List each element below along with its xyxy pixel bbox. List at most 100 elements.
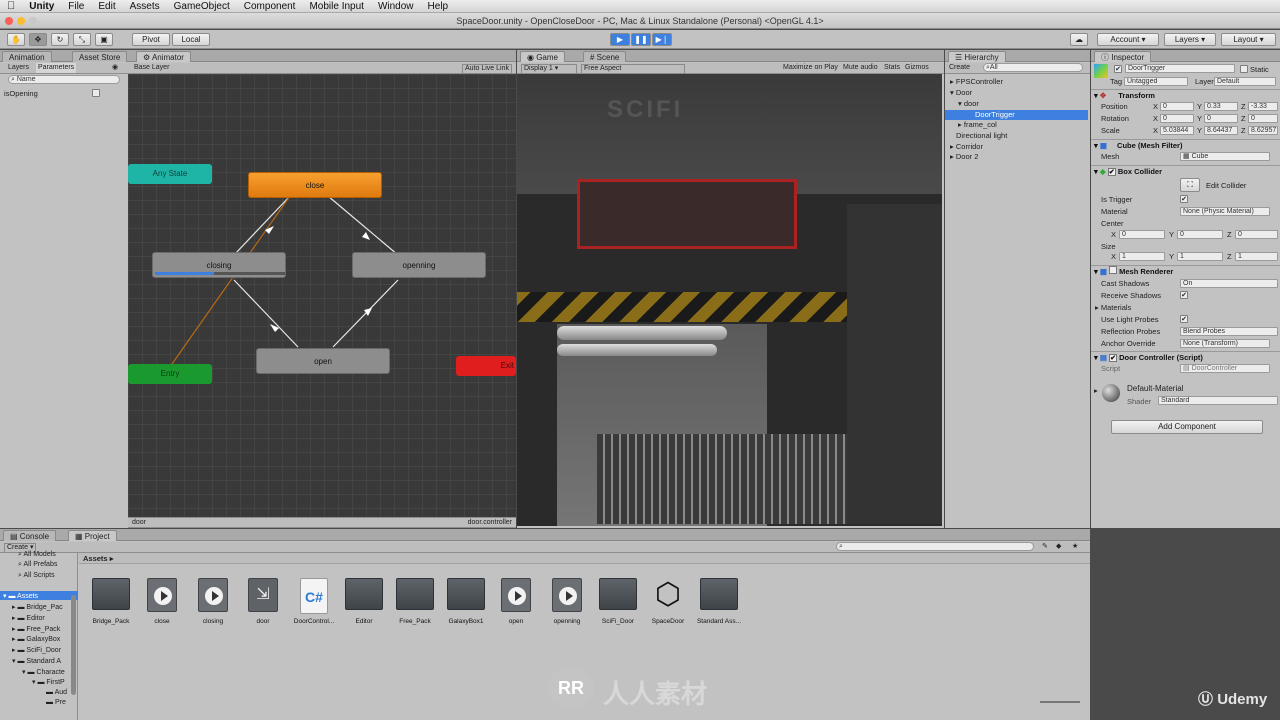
- tab-animator[interactable]: ⚙ Animator: [136, 51, 191, 62]
- tree-standard-assets[interactable]: ▾ ▬ Standard A: [12, 657, 61, 665]
- tree-editor[interactable]: ▸ ▬ Editor: [12, 614, 45, 622]
- hierarchy-item-doortrigger[interactable]: DoorTrigger: [975, 110, 1015, 119]
- asset-scifi-door[interactable]: SciFi_Door: [592, 578, 644, 625]
- entry-state-node[interactable]: Entry: [128, 364, 212, 384]
- close-state-node[interactable]: close: [248, 172, 382, 198]
- gameobject-name-field[interactable]: DoorTrigger: [1125, 64, 1235, 73]
- minimize-window-icon[interactable]: [17, 17, 25, 25]
- tab-project[interactable]: ▦ Project: [68, 530, 117, 541]
- rotation-y-field[interactable]: 0: [1204, 114, 1238, 123]
- rotation-x-field[interactable]: 0: [1160, 114, 1194, 123]
- tab-parameters[interactable]: Parameters: [36, 63, 77, 73]
- assets-breadcrumb[interactable]: Assets ▸: [83, 553, 113, 564]
- box-collider-enabled-checkbox[interactable]: ✔: [1107, 168, 1116, 176]
- layers-dropdown[interactable]: Layers ▾: [1164, 33, 1216, 46]
- tab-console[interactable]: ▤ Console: [3, 530, 57, 541]
- center-x-field[interactable]: 0: [1119, 230, 1165, 239]
- tab-scene[interactable]: # Scene: [583, 51, 627, 62]
- hierarchy-item-door[interactable]: ▾ Door: [950, 88, 972, 97]
- size-z-field[interactable]: 1: [1235, 252, 1278, 261]
- game-render-viewport[interactable]: SCIFI: [517, 74, 942, 526]
- door-controller-header[interactable]: ▾ ▤ ✔ Door Controller (Script): [1091, 351, 1280, 363]
- display-dropdown[interactable]: Display 1 ▾: [521, 64, 577, 74]
- any-state-node[interactable]: Any State: [128, 164, 212, 184]
- layer-dropdown[interactable]: Default: [1214, 77, 1276, 86]
- tab-inspector[interactable]: ⓘ Inspector: [1094, 51, 1152, 62]
- project-search-input[interactable]: ⌕: [836, 542, 1034, 551]
- box-collider-header[interactable]: ▾ ◆ ✔ Box Collider: [1091, 165, 1280, 177]
- asset-openning[interactable]: openning: [541, 578, 593, 625]
- account-dropdown[interactable]: Account ▾: [1097, 33, 1159, 46]
- cloud-icon[interactable]: ☁: [1070, 33, 1088, 46]
- rotate-tool-icon[interactable]: ↻: [51, 33, 69, 46]
- door-controller-enabled-checkbox[interactable]: ✔: [1109, 354, 1118, 362]
- asset-standard-assets[interactable]: Standard Ass...: [693, 578, 745, 625]
- hierarchy-item-fpscontroller[interactable]: ▸ FPSController: [950, 77, 1003, 86]
- move-tool-icon[interactable]: ✥: [29, 33, 47, 46]
- scale-z-field[interactable]: 8.62957: [1248, 126, 1278, 135]
- tag-dropdown[interactable]: Untagged: [1124, 77, 1188, 86]
- mesh-field[interactable]: ▦ Cube: [1180, 152, 1270, 161]
- mesh-filter-header[interactable]: ▾ ▦ Cube (Mesh Filter): [1091, 139, 1280, 151]
- edit-collider-icon[interactable]: ⛶: [1180, 178, 1200, 192]
- hierarchy-search-input[interactable]: ⌕All: [983, 63, 1083, 72]
- star-icon[interactable]: ★: [1072, 542, 1078, 552]
- mute-audio-toggle[interactable]: Mute audio: [843, 63, 878, 73]
- favorite-all-prefabs[interactable]: ⌕ All Prefabs: [18, 561, 57, 569]
- tree-characters[interactable]: ▾ ▬ Characte: [22, 668, 65, 676]
- tree-scifi-door[interactable]: ▸ ▬ SciFi_Door: [12, 646, 61, 654]
- menu-assets[interactable]: Assets: [123, 1, 167, 12]
- eye-icon[interactable]: ◉: [112, 63, 118, 73]
- materials-foldout[interactable]: ▸ Materials: [1095, 303, 1131, 312]
- position-y-field[interactable]: 0.33: [1204, 102, 1238, 111]
- size-y-field[interactable]: 1: [1177, 252, 1223, 261]
- stats-toggle[interactable]: Stats: [884, 63, 900, 73]
- transform-header[interactable]: ▾ ✥ Transform: [1091, 89, 1280, 101]
- rect-tool-icon[interactable]: ▣: [95, 33, 113, 46]
- tree-galaxybox[interactable]: ▸ ▬ GalaxyBox: [12, 635, 60, 643]
- menu-window[interactable]: Window: [371, 1, 421, 12]
- tree-firstperson[interactable]: ▾ ▬ FirstP: [32, 678, 65, 686]
- asset-galaxybox1[interactable]: GalaxyBox1: [440, 578, 492, 625]
- tree-assets[interactable]: ▾ ▬ Assets: [3, 592, 38, 600]
- apple-icon[interactable]: : [0, 0, 22, 12]
- layout-dropdown[interactable]: Layout ▾: [1221, 33, 1276, 46]
- position-x-field[interactable]: 0: [1160, 102, 1194, 111]
- menu-file[interactable]: File: [61, 1, 91, 12]
- hierarchy-create-dropdown[interactable]: Create: [949, 63, 970, 73]
- aspect-dropdown[interactable]: Free Aspect: [581, 64, 685, 74]
- asset-close[interactable]: close: [136, 578, 188, 625]
- tab-layers[interactable]: Layers: [8, 63, 29, 73]
- gameobject-active-checkbox[interactable]: ✔: [1114, 65, 1122, 73]
- auto-live-link-button[interactable]: Auto Live Link: [462, 64, 512, 74]
- physic-material-field[interactable]: None (Physic Material): [1180, 207, 1270, 216]
- rotation-z-field[interactable]: 0: [1248, 114, 1278, 123]
- mesh-renderer-header[interactable]: ▾ ▦ Mesh Renderer: [1091, 265, 1280, 277]
- base-layer-breadcrumb[interactable]: Base Layer: [134, 63, 169, 73]
- zoom-slider[interactable]: [1040, 701, 1080, 703]
- tab-animation[interactable]: Animation: [2, 51, 52, 62]
- state-machine-graph[interactable]: Any State close closing openning open En…: [128, 74, 516, 517]
- isopening-checkbox[interactable]: [92, 89, 100, 97]
- material-foldout-icon[interactable]: ▸: [1094, 386, 1098, 395]
- menu-app-unity[interactable]: Unity: [22, 1, 61, 12]
- close-window-icon[interactable]: [5, 17, 13, 25]
- scale-y-field[interactable]: 8.64437: [1204, 126, 1238, 135]
- tree-free-pack[interactable]: ▸ ▬ Free_Pack: [12, 625, 60, 633]
- hierarchy-item-directional-light[interactable]: Directional light: [956, 131, 1007, 140]
- shader-dropdown[interactable]: Standard: [1158, 396, 1278, 405]
- favorite-all-models[interactable]: ⌕ All Models: [18, 551, 56, 559]
- hierarchy-item-door-2[interactable]: ▸ Door 2: [950, 152, 978, 161]
- filter-by-label-icon[interactable]: ◆: [1056, 542, 1061, 552]
- step-button[interactable]: ▶❘: [652, 33, 672, 46]
- center-z-field[interactable]: 0: [1235, 230, 1278, 239]
- asset-spacedoor-scene[interactable]: ⬡ SpaceDoor: [642, 578, 694, 625]
- tab-hierarchy[interactable]: ☰ Hierarchy: [948, 51, 1006, 62]
- asset-editor[interactable]: Editor: [338, 578, 390, 625]
- menu-help[interactable]: Help: [421, 1, 456, 12]
- maximize-on-play-toggle[interactable]: Maximize on Play: [783, 63, 838, 73]
- hierarchy-item-frame-col[interactable]: ▸ frame_col: [958, 120, 997, 129]
- tree-scrollbar[interactable]: [71, 595, 76, 695]
- favorite-all-scripts[interactable]: ⌕ All Scripts: [18, 572, 55, 580]
- reflection-probes-dropdown[interactable]: Blend Probes: [1180, 327, 1278, 336]
